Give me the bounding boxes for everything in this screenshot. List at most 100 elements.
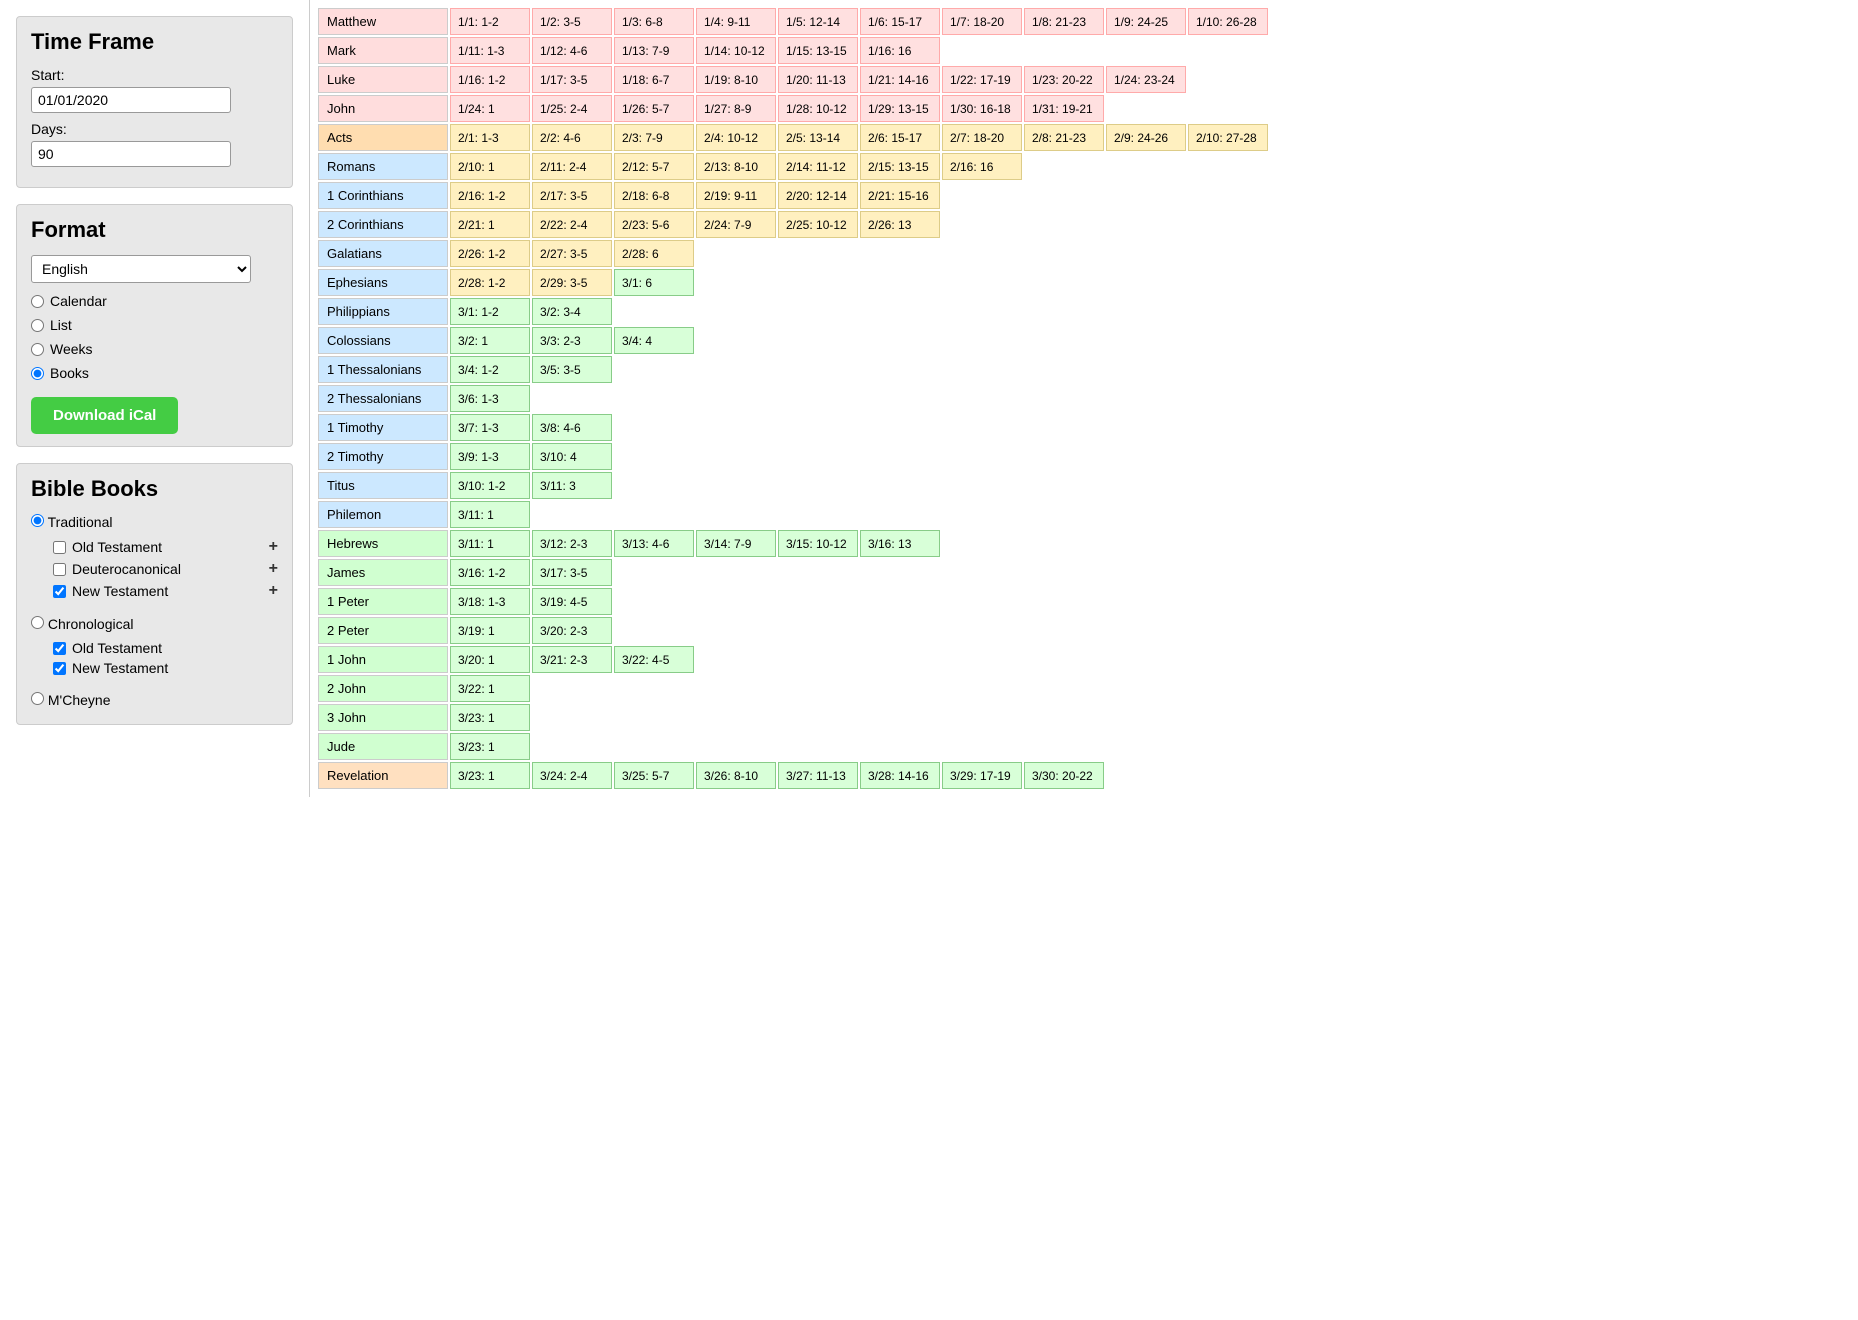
reading-cell[interactable]: 3/2: 1: [450, 327, 530, 354]
new-testament-checkbox[interactable]: [53, 585, 66, 598]
reading-cell[interactable]: 2/16: 1-2: [450, 182, 530, 209]
reading-cell[interactable]: 1/10: 26-28: [1188, 8, 1268, 35]
reading-cell[interactable]: 2/21: 1: [450, 211, 530, 238]
days-input[interactable]: [31, 141, 231, 167]
reading-cell[interactable]: 1/16: 16: [860, 37, 940, 64]
reading-cell[interactable]: 3/23: 1: [450, 762, 530, 789]
reading-cell[interactable]: 3/13: 4-6: [614, 530, 694, 557]
reading-cell[interactable]: 2/7: 18-20: [942, 124, 1022, 151]
download-ical-button[interactable]: Download iCal: [31, 397, 178, 434]
reading-cell[interactable]: 3/6: 1-3: [450, 385, 530, 412]
reading-cell[interactable]: 1/14: 10-12: [696, 37, 776, 64]
reading-cell[interactable]: 1/15: 13-15: [778, 37, 858, 64]
reading-cell[interactable]: 1/5: 12-14: [778, 8, 858, 35]
reading-cell[interactable]: 2/14: 11-12: [778, 153, 858, 180]
reading-cell[interactable]: 3/17: 3-5: [532, 559, 612, 586]
reading-cell[interactable]: 3/29: 17-19: [942, 762, 1022, 789]
reading-cell[interactable]: 1/13: 7-9: [614, 37, 694, 64]
reading-cell[interactable]: 1/2: 3-5: [532, 8, 612, 35]
reading-cell[interactable]: 3/7: 1-3: [450, 414, 530, 441]
reading-cell[interactable]: 1/20: 11-13: [778, 66, 858, 93]
reading-cell[interactable]: 2/27: 3-5: [532, 240, 612, 267]
reading-cell[interactable]: 2/13: 8-10: [696, 153, 776, 180]
reading-cell[interactable]: 2/15: 13-15: [860, 153, 940, 180]
reading-cell[interactable]: 3/9: 1-3: [450, 443, 530, 470]
reading-cell[interactable]: 2/6: 15-17: [860, 124, 940, 151]
reading-cell[interactable]: 2/23: 5-6: [614, 211, 694, 238]
reading-cell[interactable]: 3/30: 20-22: [1024, 762, 1104, 789]
reading-cell[interactable]: 3/4: 4: [614, 327, 694, 354]
reading-cell[interactable]: 1/9: 24-25: [1106, 8, 1186, 35]
reading-cell[interactable]: 1/29: 13-15: [860, 95, 940, 122]
reading-cell[interactable]: 2/2: 4-6: [532, 124, 612, 151]
reading-cell[interactable]: 1/11: 1-3: [450, 37, 530, 64]
view-weeks[interactable]: Weeks: [31, 341, 278, 357]
start-input[interactable]: [31, 87, 231, 113]
reading-cell[interactable]: 2/11: 2-4: [532, 153, 612, 180]
reading-cell[interactable]: 2/29: 3-5: [532, 269, 612, 296]
chronological-radio[interactable]: Chronological: [31, 616, 278, 632]
reading-cell[interactable]: 3/8: 4-6: [532, 414, 612, 441]
reading-cell[interactable]: 1/25: 2-4: [532, 95, 612, 122]
reading-cell[interactable]: 3/24: 2-4: [532, 762, 612, 789]
reading-cell[interactable]: 3/23: 1: [450, 733, 530, 760]
reading-cell[interactable]: 1/3: 6-8: [614, 8, 694, 35]
reading-cell[interactable]: 1/30: 16-18: [942, 95, 1022, 122]
reading-cell[interactable]: 1/12: 4-6: [532, 37, 612, 64]
reading-cell[interactable]: 3/26: 8-10: [696, 762, 776, 789]
view-list[interactable]: List: [31, 317, 278, 333]
view-calendar[interactable]: Calendar: [31, 293, 278, 309]
reading-cell[interactable]: 2/3: 7-9: [614, 124, 694, 151]
reading-cell[interactable]: 2/8: 21-23: [1024, 124, 1104, 151]
reading-cell[interactable]: 3/3: 2-3: [532, 327, 612, 354]
reading-cell[interactable]: 3/10: 1-2: [450, 472, 530, 499]
reading-cell[interactable]: 2/19: 9-11: [696, 182, 776, 209]
reading-cell[interactable]: 2/9: 24-26: [1106, 124, 1186, 151]
reading-cell[interactable]: 1/7: 18-20: [942, 8, 1022, 35]
reading-cell[interactable]: 1/27: 8-9: [696, 95, 776, 122]
reading-cell[interactable]: 3/28: 14-16: [860, 762, 940, 789]
reading-cell[interactable]: 2/21: 15-16: [860, 182, 940, 209]
deuterocanonical-checkbox[interactable]: [53, 563, 66, 576]
reading-cell[interactable]: 1/23: 20-22: [1024, 66, 1104, 93]
reading-cell[interactable]: 1/31: 19-21: [1024, 95, 1104, 122]
reading-cell[interactable]: 3/16: 1-2: [450, 559, 530, 586]
reading-cell[interactable]: 3/1: 1-2: [450, 298, 530, 325]
ot-plus[interactable]: +: [269, 538, 278, 556]
reading-cell[interactable]: 3/2: 3-4: [532, 298, 612, 325]
chron-ot-checkbox[interactable]: [53, 642, 66, 655]
reading-cell[interactable]: 2/5: 13-14: [778, 124, 858, 151]
reading-cell[interactable]: 3/5: 3-5: [532, 356, 612, 383]
reading-cell[interactable]: 1/21: 14-16: [860, 66, 940, 93]
reading-cell[interactable]: 2/24: 7-9: [696, 211, 776, 238]
reading-cell[interactable]: 1/28: 10-12: [778, 95, 858, 122]
reading-cell[interactable]: 2/26: 1-2: [450, 240, 530, 267]
reading-cell[interactable]: 3/19: 4-5: [532, 588, 612, 615]
reading-cell[interactable]: 1/22: 17-19: [942, 66, 1022, 93]
language-select[interactable]: English Spanish French German: [31, 255, 251, 283]
reading-cell[interactable]: 1/24: 23-24: [1106, 66, 1186, 93]
reading-cell[interactable]: 1/17: 3-5: [532, 66, 612, 93]
reading-cell[interactable]: 2/26: 13: [860, 211, 940, 238]
reading-cell[interactable]: 3/21: 2-3: [532, 646, 612, 673]
reading-cell[interactable]: 2/17: 3-5: [532, 182, 612, 209]
reading-cell[interactable]: 3/23: 1: [450, 704, 530, 731]
reading-cell[interactable]: 1/18: 6-7: [614, 66, 694, 93]
view-books[interactable]: Books: [31, 365, 278, 381]
reading-cell[interactable]: 2/12: 5-7: [614, 153, 694, 180]
reading-cell[interactable]: 3/20: 2-3: [532, 617, 612, 644]
reading-cell[interactable]: 3/12: 2-3: [532, 530, 612, 557]
reading-cell[interactable]: 2/16: 16: [942, 153, 1022, 180]
reading-cell[interactable]: 1/19: 8-10: [696, 66, 776, 93]
reading-cell[interactable]: 2/10: 1: [450, 153, 530, 180]
reading-cell[interactable]: 3/1: 6: [614, 269, 694, 296]
reading-cell[interactable]: 1/26: 5-7: [614, 95, 694, 122]
traditional-radio[interactable]: Traditional: [31, 514, 278, 530]
reading-cell[interactable]: 3/27: 11-13: [778, 762, 858, 789]
reading-cell[interactable]: 2/18: 6-8: [614, 182, 694, 209]
reading-cell[interactable]: 2/28: 6: [614, 240, 694, 267]
old-testament-checkbox[interactable]: [53, 541, 66, 554]
reading-cell[interactable]: 3/11: 1: [450, 501, 530, 528]
reading-cell[interactable]: 3/25: 5-7: [614, 762, 694, 789]
reading-cell[interactable]: 1/6: 15-17: [860, 8, 940, 35]
